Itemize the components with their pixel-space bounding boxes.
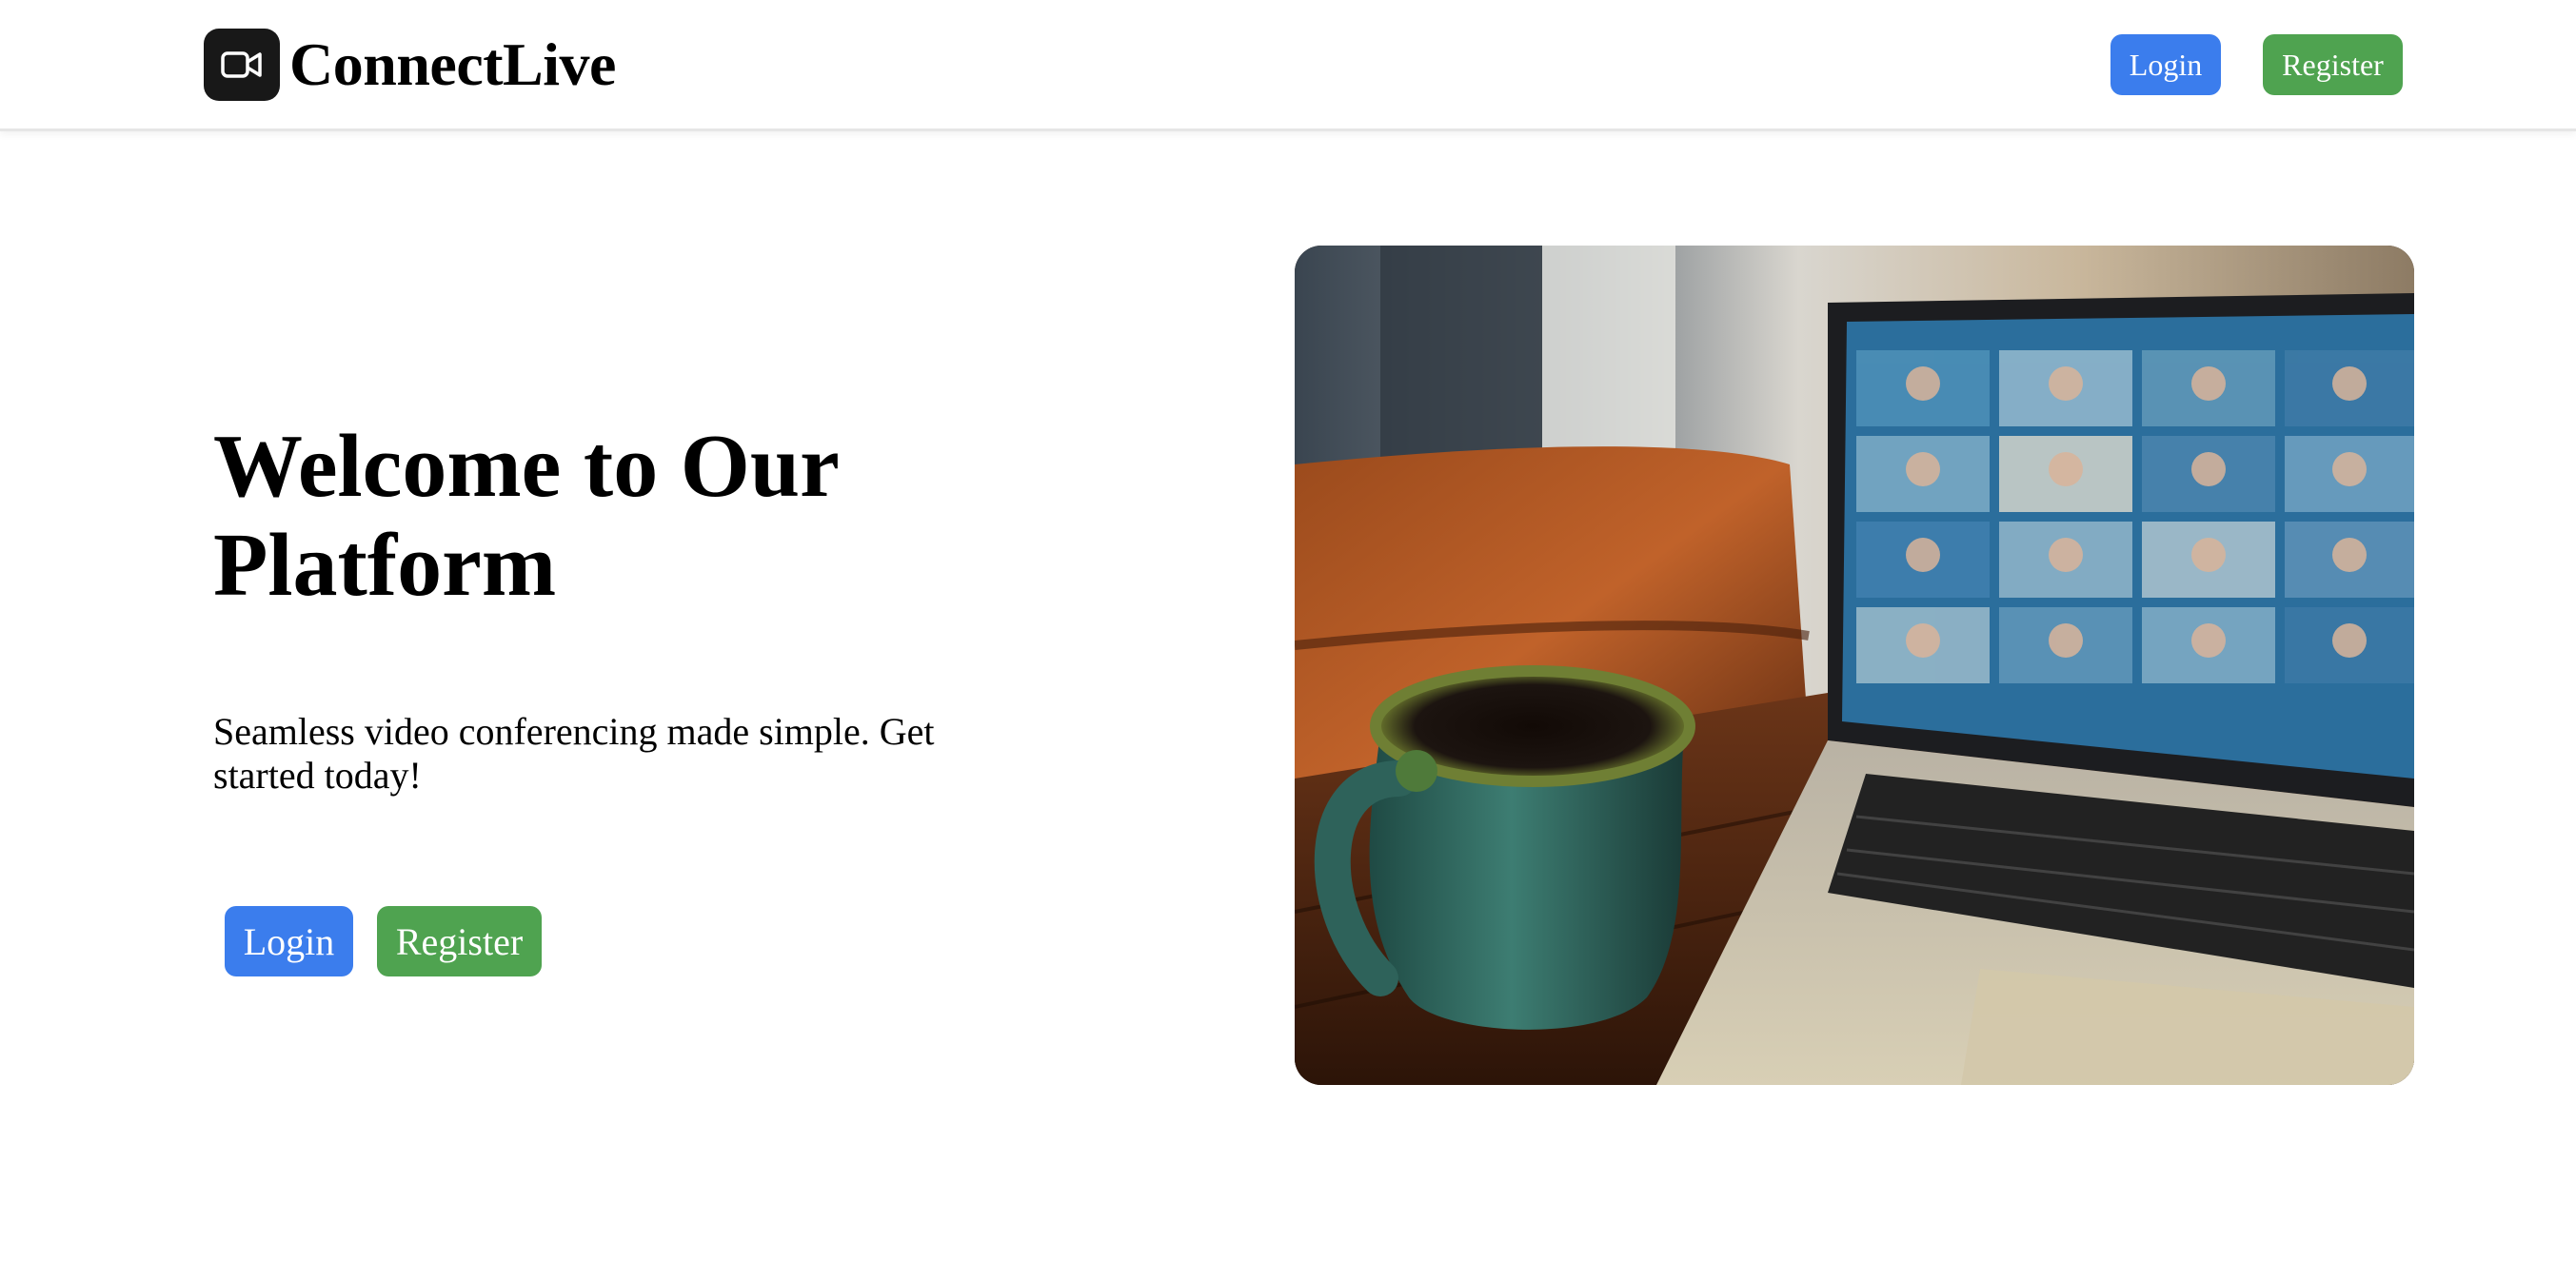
brand[interactable]: ConnectLive (204, 29, 616, 101)
header-login-button[interactable]: Login (2110, 34, 2221, 95)
hero-login-button[interactable]: Login (225, 906, 353, 976)
hero-image (1295, 246, 2414, 1085)
brand-name: ConnectLive (289, 30, 616, 98)
top-navbar: ConnectLive Login Register (0, 0, 2576, 131)
hero-subtitle: Seamless video conferencing made simple.… (213, 710, 935, 797)
header-register-button[interactable]: Register (2263, 34, 2403, 95)
video-camera-icon (204, 29, 280, 101)
hero-cta-group: Login Register (225, 906, 542, 976)
hero-title: Welcome to Our Platform (213, 417, 839, 615)
hero-register-button[interactable]: Register (377, 906, 542, 976)
